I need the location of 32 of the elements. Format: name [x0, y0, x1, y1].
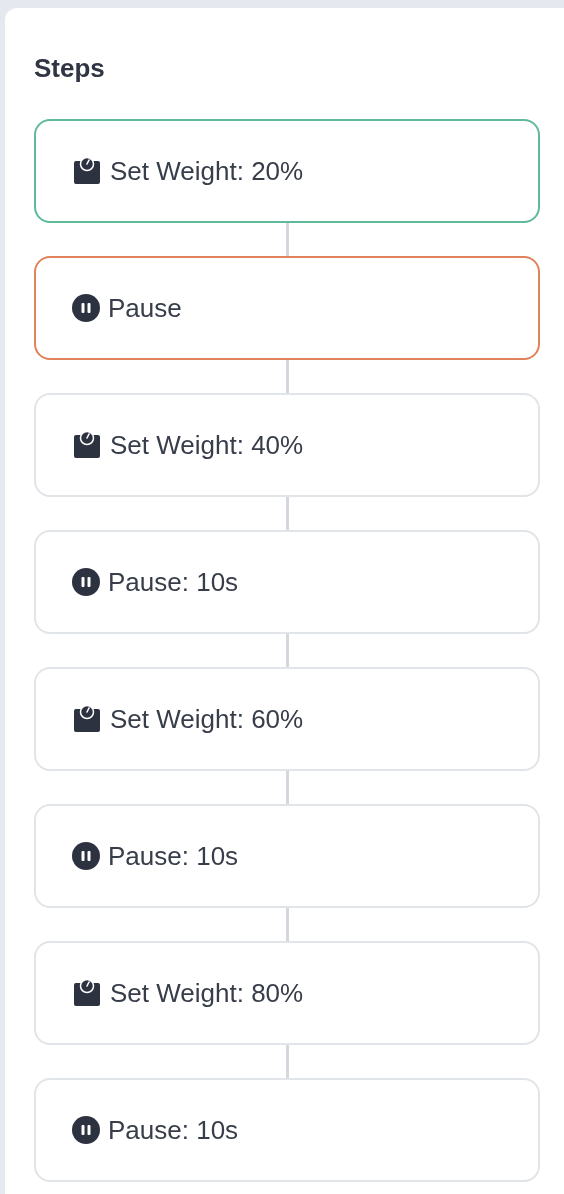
- step-label: Pause: 10s: [108, 565, 239, 599]
- step-card[interactable]: Pause: [34, 256, 540, 360]
- pause-icon: [72, 1116, 100, 1144]
- step-card[interactable]: Set Weight: 60%: [34, 667, 540, 771]
- pause-icon: [72, 294, 100, 322]
- step-label: Set Weight: 40%: [110, 428, 304, 462]
- connector-line: [285, 223, 289, 256]
- step-label: Pause: 10s: [108, 839, 239, 873]
- step-card[interactable]: Set Weight: 80%: [34, 941, 540, 1045]
- scale-icon: [72, 704, 102, 734]
- step-card[interactable]: Set Weight: 40%: [34, 393, 540, 497]
- step-label: Pause: [108, 291, 182, 325]
- panel-title: Steps: [34, 52, 106, 84]
- step-label: Set Weight: 60%: [110, 702, 304, 736]
- step-label: Pause: 10s: [108, 1113, 239, 1147]
- scale-icon: [72, 156, 102, 186]
- connector-line: [285, 908, 289, 941]
- scale-icon: [72, 978, 102, 1008]
- connector-line: [285, 497, 289, 530]
- connector-line: [285, 360, 289, 393]
- connector-line: [285, 634, 289, 667]
- step-label: Set Weight: 80%: [110, 976, 304, 1010]
- connector-line: [285, 1045, 289, 1078]
- step-label: Set Weight: 20%: [110, 154, 304, 188]
- connector-line: [285, 771, 289, 804]
- scale-icon: [72, 430, 102, 460]
- step-card[interactable]: Pause: 10s: [34, 804, 540, 908]
- step-card[interactable]: Pause: 10s: [34, 530, 540, 634]
- pause-icon: [72, 568, 100, 596]
- step-card[interactable]: Set Weight: 20%: [34, 119, 540, 223]
- pause-icon: [72, 842, 100, 870]
- step-card[interactable]: Pause: 10s: [34, 1078, 540, 1182]
